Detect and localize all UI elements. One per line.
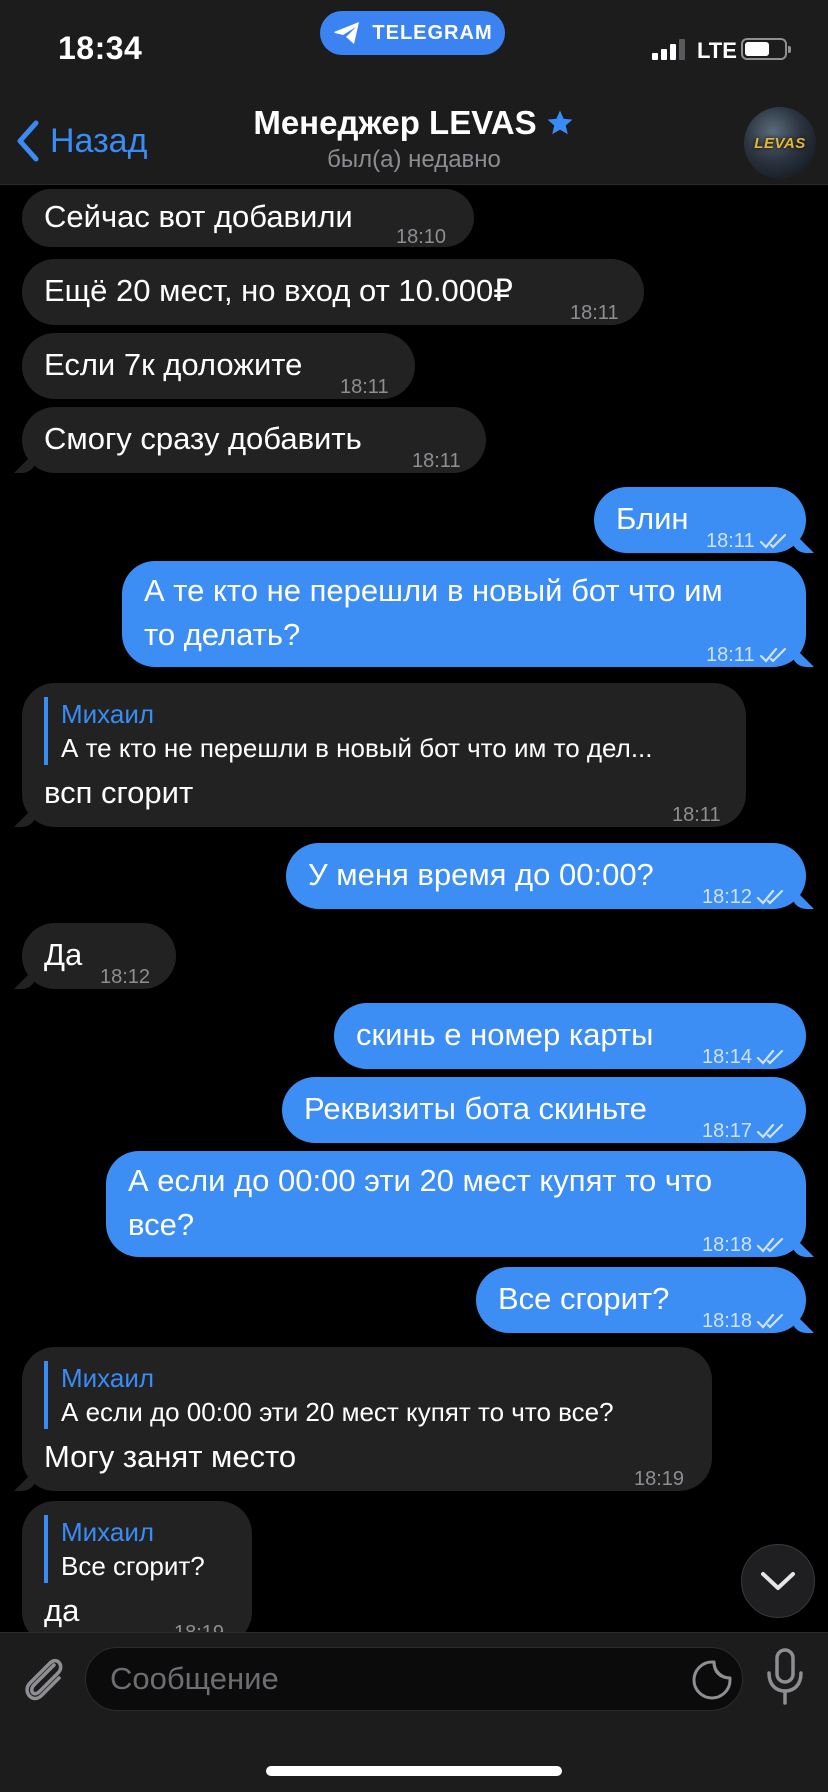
double-check-icon <box>756 1123 784 1139</box>
telegram-icon <box>334 22 360 44</box>
message-incoming-reply[interactable]: Михаил А если до 00:00 эти 20 мест купят… <box>22 1347 712 1491</box>
avatar-logo-text: LEVAS <box>754 134 806 152</box>
message-incoming[interactable]: Да 18:12 <box>22 923 176 989</box>
reply-author: Михаил <box>61 1363 155 1393</box>
message-outgoing[interactable]: Все сгорит? 18:18 <box>476 1267 806 1333</box>
sticker-icon[interactable] <box>691 1659 733 1701</box>
paperclip-icon[interactable] <box>20 1651 68 1709</box>
message-time: 18:11 <box>570 302 619 324</box>
message-text: Смогу сразу добавить <box>44 421 362 456</box>
reply-text: Все сгорит? <box>61 1551 205 1581</box>
message-time: 18:10 <box>396 226 447 248</box>
message-text: Все сгорит? <box>498 1281 670 1316</box>
message-text-line: то делать? <box>144 617 301 652</box>
avatar[interactable]: LEVAS <box>744 107 816 179</box>
double-check-icon <box>756 1049 784 1065</box>
reply-author: Михаил <box>61 699 155 729</box>
reply-preview[interactable]: Михаил А те кто не перешли в новый бот ч… <box>44 697 653 765</box>
message-time: 18:12 <box>702 875 786 919</box>
chat-title[interactable]: Менеджер LEVAS <box>0 104 828 142</box>
message-text: Могу занят место <box>44 1439 297 1474</box>
message-time: 18:19 <box>634 1468 685 1490</box>
message-text: Реквизиты бота скиньте <box>304 1091 647 1126</box>
star-icon <box>547 110 573 135</box>
telegram-chat-screen: 18:34 TELEGRAM LTE Назад Менеджер LEVAS <box>0 0 828 1792</box>
battery-icon <box>741 38 791 60</box>
scroll-to-bottom-button[interactable] <box>741 1544 815 1618</box>
message-time: 18:11 <box>672 804 721 826</box>
double-check-icon <box>756 889 784 905</box>
message-text: да <box>44 1593 80 1628</box>
message-list[interactable]: Сейчас вот добавили 18:10 Ещё 20 мест, н… <box>0 186 828 1632</box>
message-text: Блин <box>616 501 689 536</box>
last-seen-status: был(а) недавно <box>327 146 501 173</box>
message-input-box[interactable] <box>85 1647 743 1711</box>
home-indicator <box>266 1766 562 1776</box>
message-text: У меня время до 00:00? <box>308 857 654 892</box>
message-outgoing[interactable]: А те кто не перешли в новый бот что им т… <box>122 561 806 667</box>
message-time: 18:12 <box>100 966 151 988</box>
network-label: LTE <box>697 38 737 63</box>
message-incoming-reply[interactable]: Михаил Все сгорит? да 18:19 <box>22 1501 252 1632</box>
double-check-icon <box>756 1237 784 1253</box>
message-incoming[interactable]: Если 7к доложите 18:11 <box>22 333 415 399</box>
app-pill-label: TELEGRAM <box>372 21 493 44</box>
chat-title-text: Менеджер LEVAS <box>253 104 537 141</box>
message-time: 18:11 <box>340 376 389 398</box>
reply-preview[interactable]: Михаил А если до 00:00 эти 20 мест купят… <box>44 1361 614 1429</box>
message-text-line: А если до 00:00 эти 20 мест купят то что <box>128 1163 713 1198</box>
reply-text: А если до 00:00 эти 20 мест купят то что… <box>61 1397 614 1427</box>
message-text: Сейчас вот добавили <box>44 199 353 234</box>
status-time: 18:34 <box>58 30 143 66</box>
message-text: скинь е номер карты <box>356 1017 654 1052</box>
message-time: 18:11 <box>412 450 461 472</box>
message-time: 18:14 <box>702 1035 786 1079</box>
reply-text: А те кто не перешли в новый бот что им т… <box>61 733 653 763</box>
double-check-icon <box>759 647 786 663</box>
message-time: 18:17 <box>702 1109 786 1153</box>
message-text: всп сгорит <box>44 775 194 810</box>
message-incoming[interactable]: Сейчас вот добавили 18:10 <box>22 189 474 248</box>
message-text-line: все? <box>128 1207 195 1242</box>
chevron-down-icon <box>761 1572 795 1590</box>
message-input[interactable] <box>110 1656 670 1702</box>
message-time: 18:19 <box>174 1611 224 1632</box>
message-outgoing[interactable]: скинь е номер карты 18:14 <box>334 1003 806 1069</box>
return-to-app-pill[interactable]: TELEGRAM <box>320 11 505 55</box>
signal-strength-icon <box>652 38 685 60</box>
reply-preview[interactable]: Михаил Все сгорит? <box>44 1515 205 1583</box>
message-incoming-reply[interactable]: Михаил А те кто не перешли в новый бот ч… <box>22 683 746 827</box>
double-check-icon <box>759 533 786 549</box>
message-text-line: А те кто не перешли в новый бот что им <box>144 573 723 608</box>
message-time: 18:11 <box>706 519 789 563</box>
message-outgoing[interactable]: А если до 00:00 эти 20 мест купят то что… <box>106 1151 806 1257</box>
chat-header: 18:34 TELEGRAM LTE Назад Менеджер LEVAS <box>0 0 828 185</box>
message-time: 18:11 <box>706 633 789 677</box>
message-text: Да <box>44 937 83 972</box>
message-incoming[interactable]: Ещё 20 мест, но вход от 10.000₽ 18:11 <box>22 259 644 325</box>
message-outgoing[interactable]: Блин 18:11 <box>594 487 806 553</box>
message-incoming[interactable]: Смогу сразу добавить 18:11 <box>22 407 486 473</box>
message-text: Ещё 20 мест, но вход от 10.000₽ <box>44 273 513 308</box>
message-text: Если 7к доложите <box>44 347 303 382</box>
message-time: 18:18 <box>702 1299 786 1343</box>
reply-author: Михаил <box>61 1517 155 1547</box>
microphone-icon[interactable] <box>762 1647 808 1707</box>
message-outgoing[interactable]: У меня время до 00:00? 18:12 <box>286 843 806 909</box>
message-time: 18:18 <box>702 1223 786 1267</box>
double-check-icon <box>756 1313 784 1329</box>
message-outgoing[interactable]: Реквизиты бота скиньте 18:17 <box>282 1077 806 1143</box>
message-composer <box>0 1632 828 1792</box>
